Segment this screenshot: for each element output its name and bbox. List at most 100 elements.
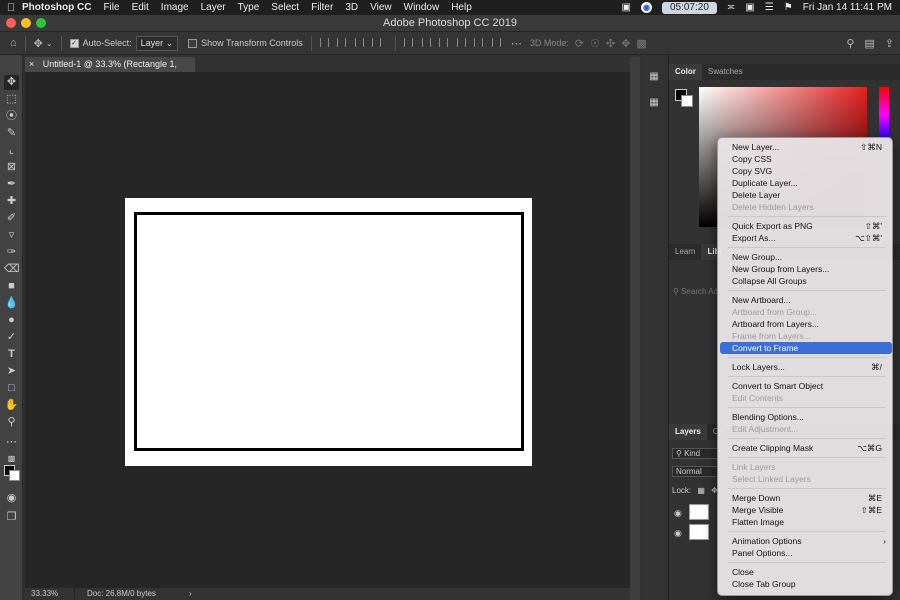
- display-icon[interactable]: ▣: [745, 2, 754, 13]
- quick-select-tool-icon[interactable]: ✎: [4, 126, 19, 141]
- distribute-icon[interactable]: [372, 37, 382, 47]
- menu-item[interactable]: Duplicate Layer...: [720, 177, 892, 189]
- layer-filter[interactable]: ⚲ Kind: [672, 448, 718, 459]
- menu-item[interactable]: New Group...: [720, 251, 892, 263]
- menu-item[interactable]: Create Clipping Mask ⌥⌘G: [720, 442, 892, 454]
- menu-item[interactable]: Copy SVG: [720, 165, 892, 177]
- hand-tool-icon[interactable]: ✋: [4, 398, 19, 413]
- minimize-window-button[interactable]: [21, 18, 31, 28]
- color-panel-background[interactable]: [681, 95, 693, 107]
- menu-window[interactable]: Window: [404, 2, 440, 13]
- flag-icon[interactable]: ⚑: [784, 2, 793, 13]
- menu-layer[interactable]: Layer: [201, 2, 226, 13]
- artboard[interactable]: [125, 198, 532, 466]
- menu-help[interactable]: Help: [451, 2, 472, 13]
- recording-timer[interactable]: 05:07:20: [661, 1, 717, 14]
- menu-item[interactable]: Merge Down ⌘E: [720, 492, 892, 504]
- show-transform-checkbox[interactable]: [188, 38, 198, 48]
- tab-learn[interactable]: Learn: [669, 244, 701, 260]
- align-right-icon[interactable]: [354, 37, 364, 47]
- menu-filter[interactable]: Filter: [311, 2, 333, 13]
- menu-edit[interactable]: Edit: [132, 2, 149, 13]
- menu-item[interactable]: Close Tab Group: [720, 578, 892, 590]
- screen-recorder-icon[interactable]: ◉: [640, 2, 652, 13]
- close-tab-icon[interactable]: ×: [29, 59, 34, 69]
- menu-item[interactable]: Panel Options...: [720, 547, 892, 559]
- zoom-window-button[interactable]: [36, 18, 46, 28]
- lasso-tool-icon[interactable]: ⦿: [4, 109, 19, 124]
- path-selection-tool-icon[interactable]: ➤: [4, 364, 19, 379]
- clone-stamp-tool-icon[interactable]: ▿: [4, 228, 19, 243]
- menu-item[interactable]: Animation Options ›: [720, 535, 892, 547]
- menu-item[interactable]: Collapse All Groups: [720, 275, 892, 287]
- menu-item[interactable]: New Layer... ⇧⌘N: [720, 141, 892, 153]
- 3d-slide-icon[interactable]: ✥: [621, 37, 630, 50]
- auto-select-checkbox[interactable]: ✓: [69, 38, 79, 48]
- share-icon[interactable]: ⇪: [885, 37, 894, 50]
- menu-item[interactable]: Quick Export as PNG ⇧⌘': [720, 220, 892, 232]
- pen-tool-icon[interactable]: ✓: [4, 330, 19, 345]
- app-name-menu[interactable]: Photoshop CC: [22, 2, 91, 13]
- menu-item[interactable]: Copy CSS: [720, 153, 892, 165]
- history-brush-tool-icon[interactable]: ✑: [4, 245, 19, 260]
- 3d-pan-icon[interactable]: ✣: [606, 37, 615, 50]
- align-top-icon[interactable]: [404, 37, 414, 47]
- background-color-swatch[interactable]: [9, 470, 20, 481]
- workspace-icon[interactable]: ▤: [864, 37, 874, 50]
- zoom-level[interactable]: 33.33%: [25, 588, 75, 600]
- menu-file[interactable]: File: [103, 2, 119, 13]
- 3d-scale-icon[interactable]: ▩: [636, 37, 646, 50]
- zoom-tool-icon[interactable]: ⚲: [4, 415, 19, 430]
- menu-item[interactable]: New Group from Layers...: [720, 263, 892, 275]
- home-icon[interactable]: ⌂: [10, 37, 17, 49]
- blend-mode-select[interactable]: Normal: [672, 466, 718, 477]
- menu-item[interactable]: Export As... ⌥⇧⌘': [720, 232, 892, 244]
- menu-3d[interactable]: 3D: [345, 2, 358, 13]
- chevron-down-icon[interactable]: ⌄: [46, 39, 53, 48]
- menubar-clock[interactable]: Fri Jan 14 11:41 PM: [803, 2, 892, 13]
- menu-item[interactable]: Close: [720, 566, 892, 578]
- close-window-button[interactable]: [6, 18, 16, 28]
- document-tab[interactable]: × Untitled-1 @ 33.3% (Rectangle 1, RGB/8…: [25, 57, 195, 84]
- menu-view[interactable]: View: [370, 2, 392, 13]
- tab-color[interactable]: Color: [669, 64, 702, 80]
- dodge-tool-icon[interactable]: ●: [4, 313, 19, 328]
- status-menu-arrow-icon[interactable]: ›: [189, 588, 192, 600]
- camera-icon[interactable]: ▣: [622, 2, 631, 13]
- auto-select-option[interactable]: ✓ Auto-Select: Layer ⌄: [69, 35, 179, 51]
- healing-brush-tool-icon[interactable]: ✚: [4, 194, 19, 209]
- menu-type[interactable]: Type: [238, 2, 260, 13]
- menu-image[interactable]: Image: [161, 2, 189, 13]
- move-tool-icon[interactable]: ✥: [4, 75, 19, 90]
- align-center-icon[interactable]: [337, 37, 347, 47]
- distribute-vertical-icon[interactable]: [456, 37, 466, 47]
- eraser-tool-icon[interactable]: ⌫: [4, 262, 20, 277]
- properties-panel-icon[interactable]: ▦: [648, 97, 660, 109]
- edit-toolbar-icon[interactable]: ⋯: [4, 435, 19, 450]
- eyedropper-tool-icon[interactable]: ✒: [4, 177, 19, 192]
- tab-layers[interactable]: Layers: [669, 424, 707, 440]
- distribute-horizontal-icon[interactable]: [474, 37, 484, 47]
- wifi-icon[interactable]: ≍: [727, 2, 735, 13]
- menu-item[interactable]: Convert to Smart Object: [720, 380, 892, 392]
- 3d-roll-icon[interactable]: ☉: [590, 37, 600, 50]
- lock-transparent-icon[interactable]: ▦: [697, 486, 705, 495]
- menu-item[interactable]: New Artboard...: [720, 294, 892, 306]
- type-tool-icon[interactable]: T: [4, 347, 19, 362]
- tab-swatches[interactable]: Swatches: [702, 64, 749, 80]
- more-options-icon[interactable]: ⋯: [511, 37, 522, 50]
- align-left-icon[interactable]: [319, 37, 329, 47]
- visibility-eye-icon[interactable]: ◉: [674, 508, 682, 519]
- show-transform-option[interactable]: Show Transform Controls: [188, 38, 303, 48]
- vertical-scrollbar[interactable]: [630, 57, 640, 600]
- 3d-rotate-icon[interactable]: ⟳: [575, 37, 584, 50]
- menu-item[interactable]: Merge Visible ⇧⌘E: [720, 504, 892, 516]
- menu-item[interactable]: Blending Options...: [720, 411, 892, 423]
- menu-item[interactable]: Lock Layers... ⌘/: [720, 361, 892, 373]
- frame-tool-icon[interactable]: ⊠: [4, 160, 19, 175]
- blur-tool-icon[interactable]: 💧: [4, 296, 19, 311]
- menu-select[interactable]: Select: [271, 2, 299, 13]
- align-middle-icon[interactable]: [421, 37, 431, 47]
- brush-tool-icon[interactable]: ✐: [4, 211, 19, 226]
- align-bottom-icon[interactable]: [439, 37, 449, 47]
